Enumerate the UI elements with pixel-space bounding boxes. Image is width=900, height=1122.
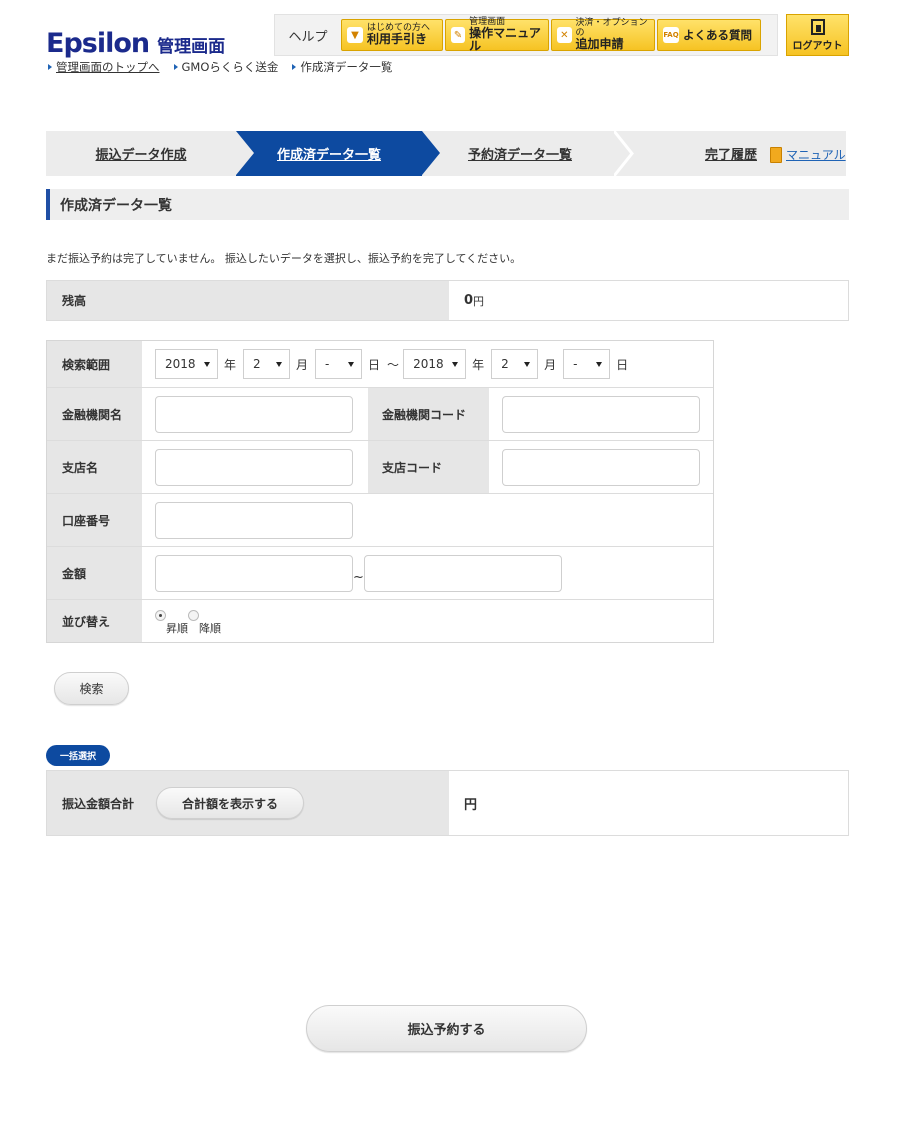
branch-code-input[interactable] <box>502 448 700 486</box>
logout-button[interactable]: ログアウト <box>786 14 849 56</box>
bank-code-input[interactable] <box>502 395 700 433</box>
date-range-label: 検索範囲 <box>47 341 142 387</box>
amount-tilde: ~ <box>353 569 364 585</box>
manual-icon: ✎ <box>451 27 466 43</box>
from-month-select[interactable]: 2 <box>243 349 291 379</box>
to-month-select[interactable]: 2 <box>491 349 539 379</box>
breadcrumb-gmo[interactable]: GMOらくらく送金 <box>173 59 278 75</box>
chevron-down-icon <box>596 361 603 367</box>
chevron-down-icon <box>204 361 210 367</box>
epsilon-logo: Epsilon 管理画面 <box>46 28 225 59</box>
breadcrumb-arrow-icon <box>48 64 52 70</box>
faq-icon: FAQ <box>663 27 679 43</box>
step-navigation: 振込データ作成 作成済データ一覧 予約済データ一覧 完了履歴 <box>46 131 846 176</box>
branch-code-label: 支店コード <box>368 441 489 493</box>
help-bar: ヘルプ ▼ はじめての方へ 利用手引き ✎ 管理画面 操作マニュアル ✕ 決済・… <box>274 14 778 56</box>
manual-link[interactable]: マニュアル <box>770 146 846 163</box>
branch-name-input[interactable] <box>155 448 353 486</box>
bank-code-label: 金融機関コード <box>368 388 489 440</box>
total-label: 振込金額合計 <box>62 796 135 811</box>
chevron-down-icon <box>276 361 283 367</box>
step-reserved-list[interactable]: 予約済データ一覧 <box>440 131 600 176</box>
total-row: 振込金額合計 合計額を表示する 円 <box>46 770 849 836</box>
sort-row: 並び替え 昇順 降順 <box>47 600 713 642</box>
step-completed-history[interactable]: 完了履歴 <box>686 131 776 176</box>
account-number-label: 口座番号 <box>47 494 142 546</box>
operation-manual-button[interactable]: ✎ 管理画面 操作マニュアル <box>445 17 549 52</box>
amount-label: 金額 <box>47 547 142 599</box>
sort-asc-label[interactable]: 昇順 <box>166 620 188 636</box>
balance-value: 0円 <box>464 293 485 308</box>
date-range-row: 検索範囲 2018 年 2 月 - 日 ～ 2018 年 2 月 - 日 <box>47 341 713 388</box>
step-separator-icon <box>614 131 634 176</box>
reserve-transfer-button[interactable]: 振込予約する <box>306 1005 587 1052</box>
beginner-icon: ▼ <box>347 27 363 43</box>
sort-desc-label[interactable]: 降順 <box>199 620 221 636</box>
breadcrumb: 管理画面のトップへ GMOらくらく送金 作成済データ一覧 <box>48 59 392 75</box>
breadcrumb-admin-top[interactable]: 管理画面のトップへ <box>48 59 160 75</box>
balance-label: 残高 <box>47 281 449 320</box>
chevron-down-icon <box>348 361 355 367</box>
account-row: 口座番号 <box>47 494 713 547</box>
sort-label: 並び替え <box>47 600 142 642</box>
step-create-data[interactable]: 振込データ作成 <box>46 131 236 176</box>
branch-row: 支店名 支店コード <box>47 441 713 494</box>
beginner-guide-button[interactable]: ▼ はじめての方へ 利用手引き <box>341 19 443 51</box>
faq-button[interactable]: FAQ よくある質問 <box>657 19 761 51</box>
from-day-select[interactable]: - <box>315 349 363 379</box>
account-number-input[interactable] <box>155 501 353 539</box>
option-application-button[interactable]: ✕ 決済・オプションの 追加申請 <box>551 19 655 51</box>
bulk-select-badge[interactable]: 一括選択 <box>46 745 110 766</box>
breadcrumb-arrow-icon <box>173 64 178 70</box>
sort-desc-radio[interactable] <box>188 610 199 621</box>
bank-name-input[interactable] <box>155 395 353 433</box>
search-button[interactable]: 検索 <box>54 672 129 705</box>
to-year-select[interactable]: 2018 <box>403 349 467 379</box>
balance-row: 残高 0円 <box>46 280 849 321</box>
notice-text: まだ振込予約は完了していません。 振込したいデータを選択し、振込予約を完了してく… <box>46 252 522 265</box>
logout-door-icon <box>810 18 825 35</box>
amount-to-input[interactable] <box>363 554 562 592</box>
breadcrumb-arrow-icon <box>292 64 297 70</box>
from-year-select[interactable]: 2018 <box>155 349 218 379</box>
logo-subtitle: 管理画面 <box>157 37 226 57</box>
total-value: 円 <box>464 797 478 813</box>
page-title: 作成済データ一覧 <box>46 189 849 220</box>
to-day-select[interactable]: - <box>563 349 611 379</box>
step-created-list[interactable]: 作成済データ一覧 <box>236 131 440 176</box>
bank-row: 金融機関名 金融機関コード <box>47 388 713 441</box>
total-label-cell: 振込金額合計 合計額を表示する <box>47 771 449 835</box>
chevron-down-icon <box>452 361 459 367</box>
manual-book-icon <box>770 146 782 163</box>
amount-row: 金額 ~ <box>47 547 713 600</box>
help-label: ヘルプ <box>288 29 328 45</box>
chevron-down-icon <box>524 361 531 367</box>
tools-icon: ✕ <box>557 27 572 43</box>
show-total-button[interactable]: 合計額を表示する <box>156 787 305 819</box>
breadcrumb-current: 作成済データ一覧 <box>292 59 392 75</box>
search-form: 検索範囲 2018 年 2 月 - 日 ～ 2018 年 2 月 - 日 金融機… <box>46 340 714 643</box>
logo-mark: Epsilon <box>46 28 150 59</box>
amount-from-input[interactable] <box>155 554 353 592</box>
branch-name-label: 支店名 <box>47 441 142 493</box>
bank-name-label: 金融機関名 <box>47 388 142 440</box>
sort-asc-radio[interactable] <box>155 610 166 621</box>
